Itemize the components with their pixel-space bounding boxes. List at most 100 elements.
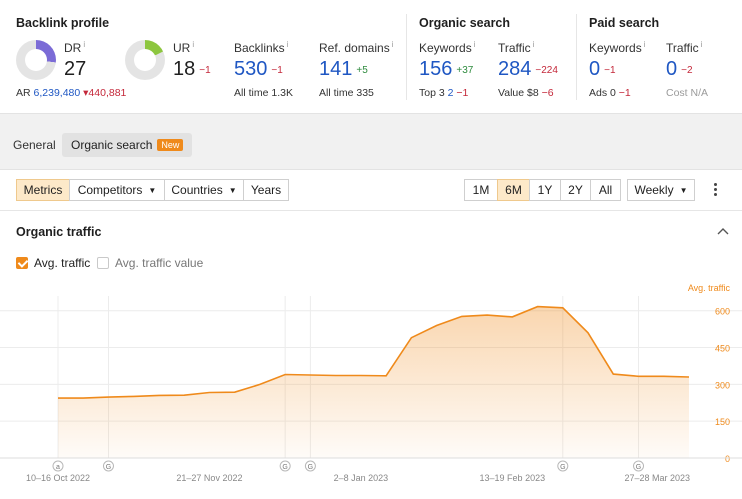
data-point xyxy=(335,375,337,377)
checkbox-checked-icon[interactable] xyxy=(16,257,28,269)
organic-traffic-chart[interactable]: 0 150 300 450 600 Avg. traffic a G G G G G 10–16 Oct… xyxy=(0,280,742,486)
info-icon[interactable]: i xyxy=(644,40,646,49)
divider xyxy=(406,14,407,100)
tab-organic-search[interactable]: Organic search New xyxy=(62,133,193,157)
paid-keywords-value[interactable]: 0 −1 xyxy=(589,58,616,81)
paid-traffic-label[interactable]: Traffic i xyxy=(666,40,702,55)
info-icon[interactable]: i xyxy=(474,40,476,49)
top3-delta: −1 xyxy=(456,87,469,99)
info-icon[interactable]: i xyxy=(83,40,85,49)
info-icon[interactable]: i xyxy=(533,40,535,49)
y-tick-label: 600 xyxy=(715,307,730,317)
area-fill xyxy=(58,306,689,458)
y-tick-label: 450 xyxy=(715,344,730,354)
top3-value[interactable]: 2 xyxy=(448,87,454,99)
organic-keywords-label[interactable]: Keywords i xyxy=(419,40,475,55)
backlinks-value[interactable]: 530 −1 xyxy=(234,58,283,81)
info-icon[interactable]: i xyxy=(287,40,289,49)
countries-dropdown[interactable]: Countries ▼ xyxy=(164,179,244,201)
backlink-profile-title: Backlink profile xyxy=(16,16,110,30)
ur-delta: −1 xyxy=(199,65,211,76)
ref-domains-value[interactable]: 141 +5 xyxy=(319,58,368,81)
caret-down-icon: ▼ xyxy=(679,186,688,195)
metrics-button[interactable]: Metrics xyxy=(16,179,70,201)
ar-row: AR 6,239,480 ▾440,881 xyxy=(16,87,126,99)
chevron-up-icon[interactable] xyxy=(716,224,730,238)
ur-label[interactable]: UR i xyxy=(173,40,194,55)
range-1y-button[interactable]: 1Y xyxy=(529,179,561,201)
range-2y-button[interactable]: 2Y xyxy=(560,179,591,201)
annotation-marker-letter: G xyxy=(636,464,641,471)
ads-delta: −1 xyxy=(618,87,631,99)
data-point xyxy=(208,391,210,393)
avg-traffic-value-checkbox[interactable]: Avg. traffic value xyxy=(97,256,203,270)
backlinks-alltime-value: 1.3K xyxy=(271,87,293,99)
annotation-marker-letter: a xyxy=(56,464,60,471)
avg-traffic-value-checkbox-label: Avg. traffic value xyxy=(115,256,204,270)
range-1m-button[interactable]: 1M xyxy=(464,179,498,201)
x-tick-label: 13–19 Feb 2023 xyxy=(480,473,546,483)
info-icon[interactable]: i xyxy=(701,40,703,49)
avg-traffic-checkbox[interactable]: Avg. traffic xyxy=(16,256,90,270)
new-badge: New xyxy=(157,139,184,151)
years-button[interactable]: Years xyxy=(243,179,289,201)
traffic-value-delta: −6 xyxy=(541,87,554,99)
data-point xyxy=(663,375,665,377)
divider xyxy=(576,14,577,100)
y-tick-label: 150 xyxy=(715,417,730,427)
checkbox-unchecked-icon[interactable] xyxy=(97,257,109,269)
data-point xyxy=(587,332,589,334)
data-point xyxy=(385,375,387,377)
interval-dropdown[interactable]: Weekly ▼ xyxy=(627,179,695,201)
paid-keywords-delta: −1 xyxy=(604,65,616,76)
backlinks-alltime: All time 1.3K xyxy=(234,87,293,99)
range-6m-button[interactable]: 6M xyxy=(497,179,530,201)
range-all-button[interactable]: All xyxy=(590,179,621,201)
dr-label[interactable]: DR i xyxy=(64,40,85,55)
data-point xyxy=(57,397,59,399)
organic-keywords-value[interactable]: 156 +37 xyxy=(419,58,473,81)
data-point xyxy=(259,383,261,385)
cost-row: Cost N/A xyxy=(666,87,709,99)
metrics-overview: Backlink profile Organic search Paid sea… xyxy=(0,0,742,114)
data-point xyxy=(133,395,135,397)
avg-traffic-checkbox-label: Avg. traffic xyxy=(34,256,91,270)
data-point xyxy=(410,337,412,339)
caret-down-icon: ▼ xyxy=(148,186,157,195)
competitors-dropdown[interactable]: Competitors ▼ xyxy=(69,179,165,201)
dr-value: 27 xyxy=(64,58,87,80)
info-icon[interactable]: i xyxy=(392,40,394,49)
organic-search-title: Organic search xyxy=(419,16,511,30)
ref-domains-delta: +5 xyxy=(356,65,368,76)
organic-traffic-delta: −224 xyxy=(535,65,558,76)
y-axis-title: Avg. traffic xyxy=(688,283,731,293)
paid-traffic-value[interactable]: 0 −2 xyxy=(666,58,693,81)
data-point xyxy=(360,375,362,377)
tab-general[interactable]: General xyxy=(13,133,56,157)
ur-donut-chart xyxy=(125,40,165,80)
data-point xyxy=(461,315,463,317)
organic-traffic-label[interactable]: Traffic i xyxy=(498,40,534,55)
data-point xyxy=(183,394,185,396)
backlinks-label[interactable]: Backlinks i xyxy=(234,40,288,55)
data-point xyxy=(511,316,513,318)
ar-value[interactable]: 6,239,480 xyxy=(34,87,81,99)
data-point xyxy=(612,373,614,375)
annotation-marker-letter: G xyxy=(560,464,565,471)
data-point xyxy=(309,374,311,376)
y-tick-label: 0 xyxy=(725,454,730,464)
paid-keywords-label[interactable]: Keywords i xyxy=(589,40,645,55)
organic-keywords-delta: +37 xyxy=(456,65,474,76)
paid-search-title: Paid search xyxy=(589,16,660,30)
info-icon[interactable]: i xyxy=(192,40,194,49)
ads-value: 0 xyxy=(610,87,616,99)
traffic-value-amount: $8 xyxy=(527,87,539,99)
more-options-icon[interactable] xyxy=(711,182,719,198)
x-tick-label: 2–8 Jan 2023 xyxy=(334,473,389,483)
data-point xyxy=(562,307,564,309)
annotation-marker-letter: G xyxy=(106,464,111,471)
organic-traffic-value[interactable]: 284 −224 xyxy=(498,58,558,81)
data-point xyxy=(107,396,109,398)
data-point xyxy=(436,324,438,326)
ref-domains-label[interactable]: Ref. domains i xyxy=(319,40,393,55)
